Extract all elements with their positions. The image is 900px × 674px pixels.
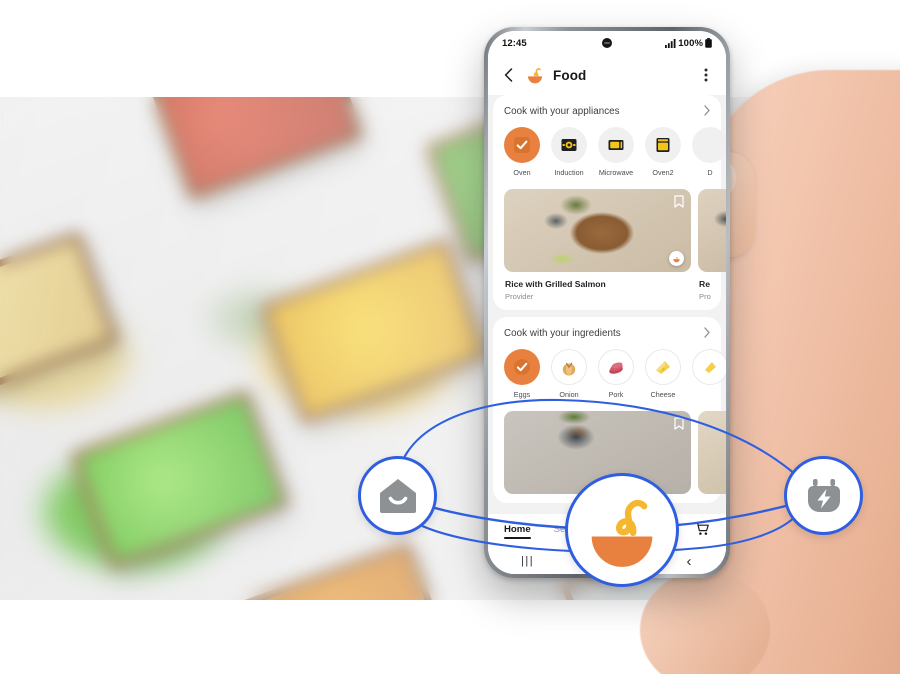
dishwasher-icon <box>692 127 726 163</box>
recipe-provider: Pro <box>699 292 711 301</box>
recipe-card[interactable]: Rice with Grilled Salmon Provider <box>504 189 691 301</box>
bookmark-icon[interactable] <box>674 195 684 208</box>
front-camera-punch-hole <box>602 38 612 48</box>
shopping-cart-button[interactable] <box>695 522 710 541</box>
ingredient-chip-row[interactable]: Eggs Onion Pork Cheese <box>493 349 726 399</box>
appliance-chip-partial[interactable]: D <box>692 127 726 177</box>
energy-badge[interactable] <box>784 456 863 535</box>
microwave-icon <box>598 127 634 163</box>
appliance-chip-row[interactable]: Oven Induction Microwave Oven2 D <box>493 127 726 177</box>
smartthings-home-icon <box>379 478 416 513</box>
appliance-chip-induction[interactable]: Induction <box>551 127 587 177</box>
appliances-section-header[interactable]: Cook with your appliances <box>493 105 721 127</box>
appliance-chip-microwave[interactable]: Microwave <box>598 127 634 177</box>
partial-ingredient-icon <box>692 349 726 385</box>
appliances-section-title: Cook with your appliances <box>504 106 620 117</box>
appliance-chip-oven2[interactable]: Oven2 <box>645 127 681 177</box>
chevron-left-icon <box>504 68 512 82</box>
recipe-thumbnail <box>698 411 726 494</box>
back-button[interactable] <box>499 66 517 84</box>
status-time: 12:45 <box>502 37 527 49</box>
ingredient-chip-pork[interactable]: Pork <box>598 349 634 399</box>
check-icon <box>504 349 540 385</box>
appliance-label: Oven2 <box>652 168 674 177</box>
battery-full-icon <box>705 38 712 48</box>
recents-bars-icon[interactable]: ||| <box>521 555 534 567</box>
recipe-card[interactable] <box>698 411 726 494</box>
more-vertical-icon <box>704 68 708 82</box>
recipe-provider: Provider <box>505 292 534 301</box>
food-badge[interactable] <box>565 473 679 587</box>
food-bowl-logo-icon <box>525 65 545 85</box>
ingredient-chip-onion[interactable]: Onion <box>551 349 587 399</box>
app-bar: Food <box>488 55 726 95</box>
smartthings-home-badge[interactable] <box>358 456 437 535</box>
onion-icon <box>551 349 587 385</box>
ingredient-label: Pork <box>608 390 624 399</box>
ingredients-section-header[interactable]: Cook with your ingredients <box>493 327 721 349</box>
ingredient-label: Onion <box>559 390 579 399</box>
top-recipe-row[interactable]: Rice with Grilled Salmon Provider Re Pro <box>493 189 726 301</box>
ingredient-label: Cheese <box>650 390 676 399</box>
nav-tab-home[interactable]: Home <box>504 524 531 539</box>
ingredient-label: Eggs <box>513 390 531 399</box>
more-options-button[interactable] <box>697 66 715 84</box>
energy-bolt-icon <box>807 478 840 512</box>
appliances-card: Cook with your appliances Oven Induction… <box>493 95 726 310</box>
recipe-thumbnail <box>504 189 691 272</box>
ingredient-chip-eggs[interactable]: Eggs <box>504 349 540 399</box>
appliance-label: Oven <box>513 168 531 177</box>
pork-slices-icon <box>598 349 634 385</box>
shopping-cart-icon <box>695 522 709 535</box>
oven-icon <box>645 127 681 163</box>
recipe-title: Re <box>699 279 710 289</box>
ingredients-section-title: Cook with your ingredients <box>504 328 621 339</box>
ingredient-chip-cheese[interactable]: Cheese <box>645 349 681 399</box>
chevron-right-icon[interactable] <box>704 105 710 118</box>
appliance-chip-oven[interactable]: Oven <box>504 127 540 177</box>
appliance-label: D <box>707 168 713 177</box>
provider-badge-icon <box>669 251 684 266</box>
food-bowl-logo-icon <box>591 499 653 567</box>
bookmark-icon[interactable] <box>674 417 684 430</box>
recipe-thumbnail <box>698 189 726 272</box>
cheese-wedge-icon <box>645 349 681 385</box>
recipe-card[interactable]: Re Pro <box>698 189 726 301</box>
page-title: Food <box>553 67 587 83</box>
signal-bars-icon <box>665 38 676 48</box>
appliance-label: Microwave <box>598 168 634 177</box>
battery-percent: 100% <box>678 37 703 49</box>
appliance-label: Induction <box>554 168 584 177</box>
induction-cooktop-icon <box>551 127 587 163</box>
recipe-title: Rice with Grilled Salmon <box>505 279 606 289</box>
back-chevron-icon[interactable]: ‹ <box>686 553 693 570</box>
chevron-right-icon[interactable] <box>704 327 710 340</box>
check-icon <box>504 127 540 163</box>
ingredient-chip-partial[interactable] <box>692 349 726 399</box>
